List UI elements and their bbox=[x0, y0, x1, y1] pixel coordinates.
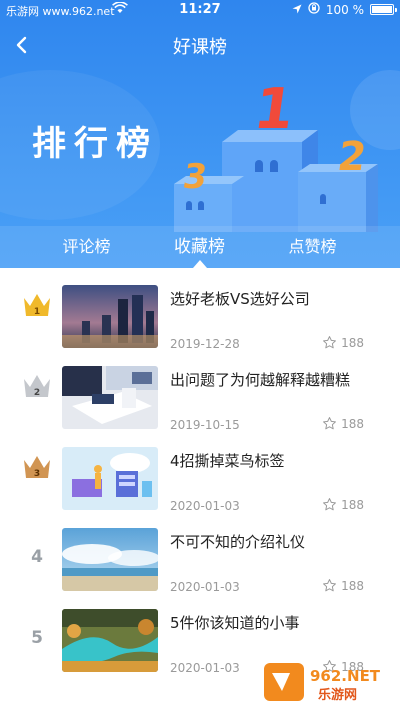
rank-number: 4 bbox=[31, 547, 43, 567]
header-banner: 乐游网 www.962.net 11:27 100 % 好课榜 排行榜 1 3 … bbox=[0, 0, 400, 268]
battery-icon bbox=[370, 4, 397, 15]
item-title: 不可不知的介绍礼仪 bbox=[170, 533, 306, 551]
svg-text:1: 1 bbox=[34, 307, 40, 317]
star-icon bbox=[323, 498, 337, 511]
banner-title: 排行榜 bbox=[32, 124, 158, 164]
rank-number: 5 bbox=[31, 628, 43, 648]
thumbnail-image bbox=[62, 447, 158, 510]
list-item[interactable]: 4 不可不知的介绍礼仪 2020-01-03 188 bbox=[0, 511, 400, 594]
status-right: 100 % bbox=[292, 2, 397, 17]
favorite-count-text: 188 bbox=[341, 497, 364, 512]
podium-illustration: 1 3 2 bbox=[160, 72, 400, 232]
star-icon bbox=[323, 336, 337, 349]
item-date: 2020-01-03 bbox=[170, 661, 240, 675]
thumbnail-image bbox=[62, 528, 158, 591]
page-title: 好课榜 bbox=[173, 37, 227, 58]
nav-bar: 好课榜 bbox=[0, 22, 400, 68]
svg-text:962.NET: 962.NET bbox=[310, 667, 381, 685]
list-item[interactable]: 2 出问题了为何越解释越糟糕 2019-10-15 188 bbox=[0, 349, 400, 432]
location-icon bbox=[292, 3, 302, 17]
favorite-count[interactable]: 188 bbox=[322, 335, 364, 350]
item-title: 选好老板VS选好公司 bbox=[170, 290, 310, 308]
item-title: 出问题了为何越解释越糟糕 bbox=[170, 371, 351, 389]
tab-likes[interactable]: 点赞榜 bbox=[246, 226, 379, 268]
item-title: 5件你该知道的小事 bbox=[170, 614, 300, 632]
list-item[interactable]: 1 选好老板VS选好公司 2019-12-28 188 bbox=[0, 268, 400, 351]
gold-crown-icon: 1 bbox=[20, 290, 54, 320]
favorite-count-text: 188 bbox=[341, 578, 364, 593]
favorite-count[interactable]: 188 bbox=[322, 497, 364, 512]
battery-percent: 100 % bbox=[325, 2, 364, 17]
svg-text:乐游网: 乐游网 bbox=[318, 687, 357, 703]
favorite-count-text: 188 bbox=[341, 335, 364, 350]
silver-crown-icon: 2 bbox=[20, 371, 54, 401]
favorite-count[interactable]: 188 bbox=[322, 578, 364, 593]
svg-text:3: 3 bbox=[34, 469, 40, 479]
item-title: 4招撕掉菜鸟标签 bbox=[170, 452, 285, 470]
svg-text:2: 2 bbox=[34, 388, 40, 398]
thumbnail-image bbox=[62, 366, 158, 429]
star-icon bbox=[323, 579, 337, 592]
list-item[interactable]: 3 4招撕掉菜鸟标签 2020-01-03 188 bbox=[0, 430, 400, 513]
status-bar: 乐游网 www.962.net 11:27 100 % bbox=[0, 0, 400, 22]
bronze-crown-icon: 3 bbox=[20, 452, 54, 482]
star-icon bbox=[323, 417, 337, 430]
active-tab-indicator bbox=[193, 260, 207, 268]
site-watermark-logo: 962.NET 乐游网 bbox=[260, 659, 392, 705]
thumbnail-image bbox=[62, 609, 158, 672]
favorite-count-text: 188 bbox=[341, 416, 364, 431]
rotation-lock-icon bbox=[308, 2, 320, 17]
favorite-count[interactable]: 188 bbox=[322, 416, 364, 431]
thumbnail-image bbox=[62, 285, 158, 348]
